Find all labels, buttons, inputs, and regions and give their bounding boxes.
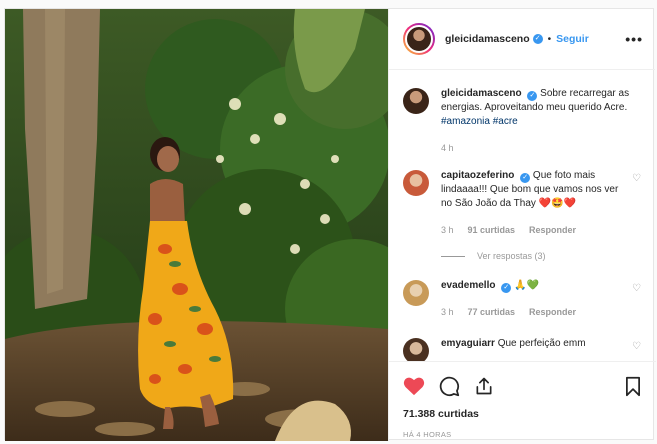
caption-username[interactable]: gleicidamasceno bbox=[441, 88, 522, 99]
verified-badge-icon: ✓ bbox=[527, 91, 538, 101]
author-avatar[interactable] bbox=[403, 23, 435, 55]
verified-badge-icon: ✓ bbox=[520, 173, 531, 183]
comment-like-heart-icon[interactable]: ♡ bbox=[632, 279, 642, 319]
like-heart-icon[interactable] bbox=[403, 376, 425, 396]
author-username[interactable]: gleicidamasceno bbox=[445, 33, 530, 45]
comment-emoji: 🙏💚 bbox=[514, 280, 539, 291]
verified-badge-icon: ✓ bbox=[532, 34, 543, 44]
comment-text: Que perfeição emm bbox=[497, 338, 586, 349]
post-timestamp: HÁ 4 HORAS bbox=[403, 430, 452, 439]
comments-list[interactable]: gleicidamasceno ✓ Sobre recarregar as en… bbox=[389, 71, 656, 361]
hashtag-acre[interactable]: #acre bbox=[493, 116, 518, 127]
follow-button[interactable]: Seguir bbox=[556, 33, 589, 45]
view-replies-button[interactable]: Ver respostas (3) bbox=[441, 251, 642, 261]
comment-likes[interactable]: 77 curtidas bbox=[468, 305, 516, 319]
comment-icon[interactable] bbox=[439, 376, 460, 397]
commenter-avatar[interactable] bbox=[403, 338, 429, 361]
commenter-avatar[interactable] bbox=[403, 280, 429, 306]
comment-item: capitaozeferino ✓ Que foto mais lindaaaa… bbox=[403, 169, 642, 237]
comment-username[interactable]: evademello bbox=[441, 280, 495, 291]
caption-time: 4 h bbox=[441, 143, 454, 153]
comment-likes[interactable]: 91 curtidas bbox=[468, 223, 516, 237]
caption-avatar[interactable] bbox=[403, 88, 429, 114]
comment-like-heart-icon[interactable]: ♡ bbox=[632, 337, 642, 361]
comment-like-heart-icon[interactable]: ♡ bbox=[632, 169, 642, 237]
comment-time: 3 h bbox=[441, 225, 454, 235]
view-replies-label: Ver respostas (3) bbox=[477, 251, 546, 261]
reply-button[interactable]: Responder bbox=[529, 223, 576, 237]
post-header: gleicidamasceno ✓ • Seguir ••• bbox=[389, 9, 655, 70]
post-photo[interactable] bbox=[5, 9, 388, 441]
comment-username[interactable]: emyaguiarr bbox=[441, 338, 495, 349]
replies-line bbox=[441, 255, 465, 257]
commenter-avatar[interactable] bbox=[403, 170, 429, 196]
caption: gleicidamasceno ✓ Sobre recarregar as en… bbox=[403, 87, 642, 155]
bookmark-icon[interactable] bbox=[624, 376, 642, 397]
comment-item: evademello ✓ 🙏💚 3 h 77 curtidas Responde… bbox=[403, 279, 642, 319]
comment-emoji: ❤️🤩❤️ bbox=[538, 198, 577, 209]
comment-time: 3 h bbox=[441, 307, 454, 317]
verified-badge-icon: ✓ bbox=[501, 283, 512, 293]
share-icon[interactable] bbox=[474, 376, 494, 396]
post-sidebar: gleicidamasceno ✓ • Seguir ••• gleicidam… bbox=[388, 9, 656, 441]
comment-item: emyaguiarr Que perfeição emm ♡ bbox=[403, 337, 642, 361]
post-actions: 71.388 curtidas HÁ 4 HORAS bbox=[389, 361, 656, 441]
photo-illustration bbox=[5, 9, 388, 441]
hashtag-amazonia[interactable]: #amazonia bbox=[441, 116, 490, 127]
more-options-icon[interactable]: ••• bbox=[625, 31, 643, 47]
comment-username[interactable]: capitaozeferino bbox=[441, 170, 514, 181]
like-count[interactable]: 71.388 curtidas bbox=[403, 408, 642, 420]
separator-dot: • bbox=[547, 33, 552, 45]
instagram-post: gleicidamasceno ✓ • Seguir ••• gleicidam… bbox=[4, 8, 656, 441]
reply-button[interactable]: Responder bbox=[529, 305, 576, 319]
